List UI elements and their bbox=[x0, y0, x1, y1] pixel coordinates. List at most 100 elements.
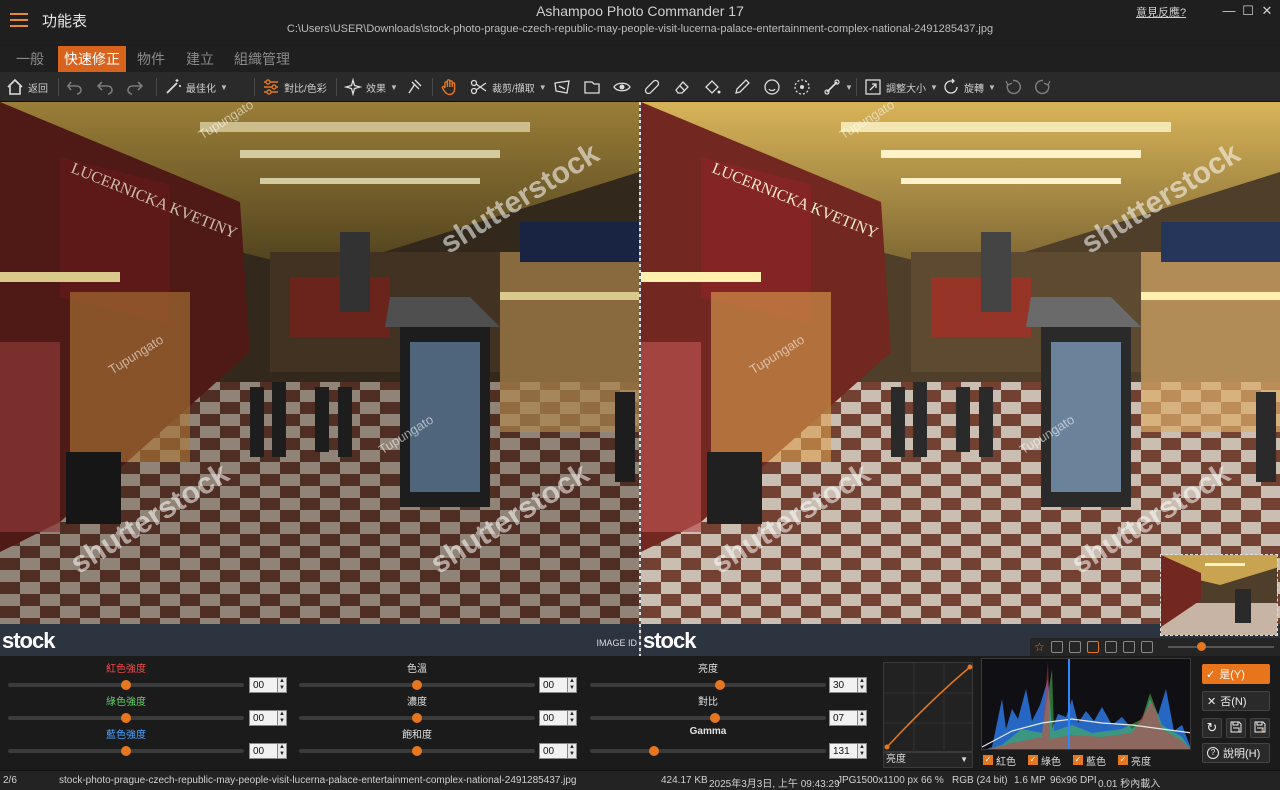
undo-icon[interactable] bbox=[96, 76, 114, 98]
save-button[interactable] bbox=[1226, 718, 1246, 738]
close-icon[interactable]: ✕ bbox=[1256, 2, 1278, 20]
saturation-slider[interactable] bbox=[299, 746, 535, 756]
rotate-button[interactable]: 旋轉 ▼ bbox=[942, 76, 996, 98]
brightness-value[interactable]: 30 bbox=[829, 677, 859, 693]
checkbox-label: 亮度 bbox=[1131, 756, 1151, 768]
brush-effect-icon[interactable] bbox=[405, 76, 423, 98]
fit-icon[interactable] bbox=[1122, 641, 1135, 653]
monitor-icon[interactable] bbox=[1140, 641, 1153, 653]
split-view-icon[interactable] bbox=[1068, 641, 1081, 653]
rotate-right-icon[interactable] bbox=[1034, 76, 1052, 98]
compare-view-icon[interactable] bbox=[1086, 641, 1099, 653]
stepper-icon[interactable]: ▲ ▼ bbox=[567, 677, 577, 693]
slider-handle[interactable] bbox=[121, 746, 131, 756]
bandage-icon[interactable] bbox=[643, 76, 661, 98]
brightness-slider[interactable] bbox=[590, 680, 826, 690]
pencil-icon[interactable] bbox=[733, 76, 751, 98]
stepper-icon[interactable]: ▲ ▼ bbox=[277, 710, 287, 726]
resize-button[interactable]: 調整大小 ▼ bbox=[864, 76, 938, 98]
split-divider[interactable] bbox=[639, 102, 641, 656]
crop-extract-button[interactable]: 裁剪/擷取 ▼ bbox=[470, 76, 547, 98]
gamma-value[interactable]: 131 bbox=[829, 743, 859, 759]
view-mode-icon[interactable] bbox=[1050, 641, 1063, 653]
grid-icon[interactable] bbox=[1104, 641, 1117, 653]
density-value[interactable]: 00 bbox=[539, 710, 569, 726]
hand-tool-icon[interactable] bbox=[440, 76, 458, 98]
curve-channel-select[interactable]: 亮度 ▼ bbox=[883, 752, 973, 768]
line-tool-button[interactable]: ▼ bbox=[823, 76, 853, 98]
stepper-icon[interactable]: ▲ ▼ bbox=[277, 677, 287, 693]
slider-handle[interactable] bbox=[121, 713, 131, 723]
frame-icon[interactable] bbox=[583, 76, 601, 98]
slider-handle[interactable] bbox=[412, 746, 422, 756]
tab-create[interactable]: 建立 bbox=[180, 46, 220, 72]
tab-organize[interactable]: 組織管理 bbox=[228, 46, 296, 72]
reset-button[interactable]: ↻ bbox=[1202, 718, 1222, 738]
histogram-blue-checkbox[interactable]: ✓ 藍色 bbox=[1073, 753, 1106, 768]
resize-label: 調整大小 bbox=[886, 83, 926, 95]
histogram-red-checkbox[interactable]: ✓ 紅色 bbox=[983, 753, 1016, 768]
yes-label: 是(Y) bbox=[1219, 669, 1245, 681]
preview-photo[interactable]: LUCERNICKA KVETINY shutterstock shutters… bbox=[641, 102, 1280, 624]
stepper-icon[interactable]: ▲ ▼ bbox=[277, 743, 287, 759]
stepper-icon[interactable]: ▲ ▼ bbox=[567, 710, 577, 726]
contrast-value[interactable]: 07 bbox=[829, 710, 859, 726]
red-intensity-value[interactable]: 00 bbox=[249, 677, 279, 693]
histogram-green-checkbox[interactable]: ✓ 綠色 bbox=[1028, 753, 1061, 768]
apply-yes-button[interactable]: ✓ 是(Y) bbox=[1202, 664, 1270, 684]
tab-quick-fix[interactable]: 快速修正 bbox=[58, 46, 126, 72]
paint-bucket-icon[interactable] bbox=[703, 76, 721, 98]
stepper-icon[interactable]: ▲ ▼ bbox=[857, 743, 867, 759]
feedback-link[interactable]: 意見反應? bbox=[1136, 4, 1186, 20]
help-button[interactable]: ? 說明(H) bbox=[1202, 743, 1270, 763]
blue-intensity-slider[interactable] bbox=[8, 746, 244, 756]
zoom-slider-track[interactable] bbox=[1168, 646, 1274, 648]
density-slider[interactable] bbox=[299, 713, 535, 723]
stepper-icon[interactable]: ▲ ▼ bbox=[857, 710, 867, 726]
tab-general[interactable]: 一般 bbox=[10, 46, 50, 72]
slider-handle[interactable] bbox=[710, 713, 720, 723]
slider-handle[interactable] bbox=[715, 680, 725, 690]
tab-objects[interactable]: 物件 bbox=[131, 46, 171, 72]
red-eye-icon[interactable] bbox=[613, 76, 631, 98]
tone-curve[interactable] bbox=[883, 662, 974, 753]
navigator-thumbnail[interactable] bbox=[1160, 554, 1278, 636]
save-as-button[interactable] bbox=[1250, 718, 1270, 738]
histogram-luma-checkbox[interactable]: ✓ 亮度 bbox=[1118, 753, 1151, 768]
perspective-icon[interactable] bbox=[553, 76, 571, 98]
gamma-slider[interactable] bbox=[590, 746, 826, 756]
temperature-value[interactable]: 00 bbox=[539, 677, 569, 693]
green-intensity-slider[interactable] bbox=[8, 713, 244, 723]
blue-intensity-value[interactable]: 00 bbox=[249, 743, 279, 759]
slider-handle[interactable] bbox=[649, 746, 659, 756]
histogram bbox=[981, 658, 1191, 750]
cancel-no-button[interactable]: ✕ 否(N) bbox=[1202, 691, 1270, 711]
slider-handle[interactable] bbox=[121, 680, 131, 690]
red-intensity-slider[interactable] bbox=[8, 680, 244, 690]
eraser-icon[interactable] bbox=[673, 76, 691, 98]
saturation-value[interactable]: 00 bbox=[539, 743, 569, 759]
spot-icon[interactable] bbox=[793, 76, 811, 98]
star-icon[interactable]: ☆ bbox=[1034, 640, 1045, 654]
effects-button[interactable]: 效果 ▼ bbox=[344, 76, 398, 98]
original-photo[interactable]: LUCERNICKA KVETINY shutterstock shutters… bbox=[0, 102, 639, 624]
green-intensity-value[interactable]: 00 bbox=[249, 710, 279, 726]
stepper-icon[interactable]: ▲ ▼ bbox=[857, 677, 867, 693]
no-label: 否(N) bbox=[1220, 696, 1247, 708]
contrast-slider[interactable] bbox=[590, 713, 826, 723]
optimize-button[interactable]: 最佳化 ▼ bbox=[164, 76, 228, 98]
refresh-icon: ↻ bbox=[1206, 720, 1218, 735]
temperature-label: 色溫 bbox=[407, 664, 427, 675]
stepper-icon[interactable]: ▲ ▼ bbox=[567, 743, 577, 759]
back-button[interactable]: 返回 bbox=[6, 76, 48, 98]
rotate-left-icon[interactable] bbox=[1004, 76, 1022, 98]
redo-icon[interactable] bbox=[126, 76, 144, 98]
slider-handle[interactable] bbox=[412, 680, 422, 690]
undo-all-icon[interactable] bbox=[66, 76, 84, 98]
image-viewer[interactable]: LUCERNICKA KVETINY shutterstock shutters… bbox=[0, 102, 1280, 656]
slider-handle[interactable] bbox=[412, 713, 422, 723]
temperature-slider[interactable] bbox=[299, 680, 535, 690]
contrast-color-button[interactable]: 對比/色彩 bbox=[262, 76, 327, 98]
face-icon[interactable] bbox=[763, 76, 781, 98]
zoom-slider-handle[interactable] bbox=[1197, 642, 1206, 651]
